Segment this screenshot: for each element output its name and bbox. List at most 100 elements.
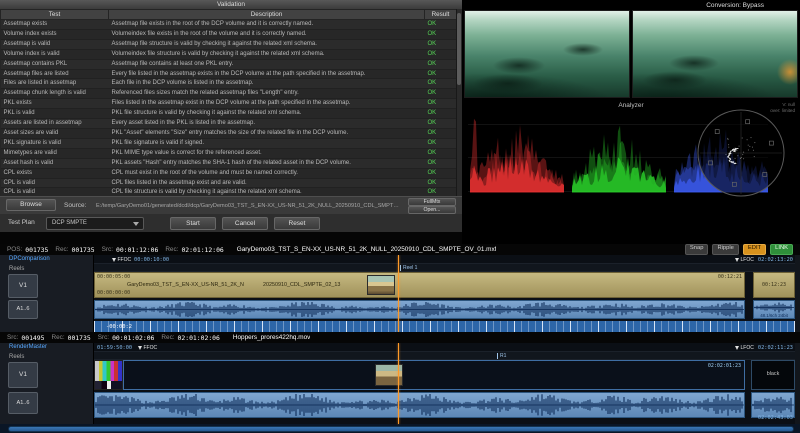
bottom-right-timecode: 02:02:43:03 bbox=[758, 415, 793, 421]
video-clip[interactable]: 00:00:05:00 GaryDemo03_TST_S_EN-XX_US-NR… bbox=[94, 272, 745, 298]
result-cell: OK bbox=[425, 49, 457, 59]
test-cell: Assetmap chunk length is valid bbox=[1, 89, 109, 99]
audio-clip[interactable] bbox=[94, 300, 745, 319]
timeline2-ruler[interactable] bbox=[94, 343, 795, 352]
rec-value: 001735 bbox=[68, 334, 91, 342]
fullmtx-button[interactable]: FullMtx bbox=[408, 198, 456, 206]
description-cell: Assetmap file exists in the root of the … bbox=[109, 20, 425, 30]
test-cell: CPL is valid bbox=[1, 188, 109, 196]
audio-track-button[interactable]: A1..6 bbox=[8, 392, 38, 414]
table-row[interactable]: Files are listed in assetmapEach file in… bbox=[1, 79, 457, 89]
table-row[interactable]: Volume index is validVolumeindex file st… bbox=[1, 49, 457, 59]
table-row[interactable]: CPL is validCPL file structure is valid … bbox=[1, 188, 457, 196]
description-cell: Files listed in the assetmap exist in th… bbox=[109, 99, 425, 109]
timeline1-reels-row[interactable] bbox=[94, 264, 795, 272]
test-plan-dropdown[interactable]: DCP SMPTE bbox=[46, 217, 144, 230]
tail-audio-clip[interactable]: 48.1/6ch 24bit bbox=[753, 300, 795, 319]
video-track-button[interactable]: V1 bbox=[8, 362, 38, 388]
reels-row-label: Reels bbox=[9, 354, 24, 360]
pos-label: POS: bbox=[7, 246, 22, 253]
orange-fish-silhouette bbox=[777, 59, 798, 85]
table-row[interactable]: CPL existsCPL must exist in the root of … bbox=[1, 168, 457, 178]
clip-timecode: 00:00:00:00 bbox=[97, 290, 130, 296]
table-row[interactable]: Assetmap is validAssetmap file structure… bbox=[1, 39, 457, 49]
ffoc-marker[interactable]: FFOC bbox=[138, 344, 157, 351]
test-cell: CPL is valid bbox=[1, 178, 109, 188]
timeline2-infobar: Src: 001495 Rec: 001735 Src: 00:01:02:06… bbox=[0, 332, 800, 343]
table-scrollbar-thumb[interactable] bbox=[457, 13, 461, 85]
lfoc-marker[interactable]: LFOC bbox=[735, 344, 754, 351]
rec-value: 001735 bbox=[72, 246, 95, 254]
table-row[interactable]: PKL is validPKL file structure is valid … bbox=[1, 109, 457, 119]
tail-video-clip[interactable]: 00:12:23 bbox=[753, 272, 795, 298]
validation-table-body: Assetmap existsAssetmap file exists in t… bbox=[1, 20, 457, 197]
table-row[interactable]: Asset hash is validPKL assets "Hash" ent… bbox=[1, 158, 457, 168]
link-button[interactable]: LINK bbox=[770, 244, 793, 255]
loaded-filename: GaryDemo03_TST_S_EN-XX_US-NR_51_2K_NULL_… bbox=[237, 246, 497, 253]
color-bars-clip[interactable] bbox=[94, 360, 123, 390]
black-clip[interactable]: black bbox=[751, 360, 795, 390]
timeline2-reels-row[interactable] bbox=[94, 352, 795, 360]
audio-clip[interactable] bbox=[94, 392, 745, 418]
result-cell: OK bbox=[425, 158, 457, 168]
col-result: Result bbox=[425, 10, 457, 20]
snap-button[interactable]: Snap bbox=[685, 244, 709, 255]
col-description: Description bbox=[109, 10, 425, 20]
src-tc-value: 00:01:02:06 bbox=[112, 334, 154, 342]
video-track-button[interactable]: V1 bbox=[8, 274, 38, 298]
start-button[interactable]: Start bbox=[170, 217, 216, 230]
test-cell: Files are listed in assetmap bbox=[1, 79, 109, 89]
src-label: Src: bbox=[7, 334, 18, 341]
test-cell: PKL exists bbox=[1, 99, 109, 109]
playhead[interactable] bbox=[398, 255, 399, 332]
table-row[interactable]: CPL is validCPL files listed in the asse… bbox=[1, 178, 457, 188]
table-row[interactable]: Assetmap chunk length is validReferenced… bbox=[1, 89, 457, 99]
reel-marker[interactable]: R1 bbox=[497, 353, 506, 359]
src-tc-label: Src: bbox=[102, 246, 113, 253]
timeline1-track-header: DPComparison Reels V1 A1..6 bbox=[0, 255, 94, 332]
vectorscope-svg bbox=[696, 108, 786, 198]
timeline2-scrollbar[interactable] bbox=[0, 424, 800, 433]
timeline1-ruler[interactable] bbox=[94, 255, 795, 264]
scrollbar-thumb[interactable] bbox=[8, 426, 794, 432]
table-row[interactable]: Mimetypes are validPKL MIME type value i… bbox=[1, 148, 457, 158]
lfoc-marker[interactable]: LFOC bbox=[735, 256, 754, 263]
table-row[interactable]: Assetmap files are listedEvery file list… bbox=[1, 69, 457, 79]
audio-track-button[interactable]: A1..6 bbox=[8, 300, 38, 319]
clip-timecode: 00:12:23 bbox=[762, 282, 786, 288]
reel-marker[interactable]: Reel 1 bbox=[400, 265, 417, 271]
ffoc-marker[interactable]: FFOC bbox=[112, 256, 131, 263]
ripple-button[interactable]: Ripple bbox=[712, 244, 738, 255]
timeline1-right-strip bbox=[795, 255, 800, 332]
table-row[interactable]: PKL signature is validPKL file signature… bbox=[1, 138, 457, 148]
description-cell: Assetmap file structure is valid by chec… bbox=[109, 39, 425, 49]
timeline-2: RenderMaster Reels V1 A1..6 01:59:50:00 … bbox=[0, 343, 800, 433]
table-row[interactable]: Assetmap existsAssetmap file exists in t… bbox=[1, 20, 457, 30]
video-clip[interactable]: 02:02:01:23 bbox=[123, 360, 745, 390]
table-row[interactable]: PKL existsFiles listed in the assetmap e… bbox=[1, 99, 457, 109]
sequence-tab[interactable]: DPComparison bbox=[9, 256, 50, 262]
clip-name: GaryDemo03_TST_S_EN-XX_US-NR_51_2K_N bbox=[127, 282, 244, 288]
cancel-button[interactable]: Cancel bbox=[222, 217, 268, 230]
fish-silhouette bbox=[473, 74, 543, 93]
table-row[interactable]: Asset sizes are validPKL "Asset" element… bbox=[1, 128, 457, 138]
test-cell: Assetmap is valid bbox=[1, 39, 109, 49]
playhead[interactable] bbox=[398, 343, 399, 424]
result-cell: OK bbox=[425, 89, 457, 99]
result-cell: OK bbox=[425, 20, 457, 30]
description-cell: PKL file signature is valid if signed. bbox=[109, 138, 425, 148]
sequence-tab[interactable]: RenderMaster bbox=[9, 344, 47, 350]
timeline1-zoom-scrollbar[interactable]: -00:00:2 bbox=[94, 320, 795, 332]
table-row[interactable]: Volume index existsVolumeindex file exis… bbox=[1, 29, 457, 39]
src-tc-value: 00:01:12:06 bbox=[116, 246, 158, 254]
reset-button[interactable]: Reset bbox=[274, 217, 320, 230]
description-cell: CPL file structure is valid by checking … bbox=[109, 188, 425, 196]
description-cell: PKL assets "Hash" entry matches the SHA-… bbox=[109, 158, 425, 168]
preview-monitor-left bbox=[464, 10, 630, 98]
browse-button[interactable]: Browse bbox=[6, 199, 56, 211]
table-row[interactable]: Assets are listed in assetmapEvery asset… bbox=[1, 119, 457, 129]
scrollbar-timecode: -00:00:2 bbox=[106, 324, 132, 330]
table-row[interactable]: Assetmap contains PKLAssetmap file conta… bbox=[1, 59, 457, 69]
edit-mode-button[interactable]: EDIT bbox=[743, 244, 766, 255]
description-cell: Assetmap file contains at least one PKL … bbox=[109, 59, 425, 69]
